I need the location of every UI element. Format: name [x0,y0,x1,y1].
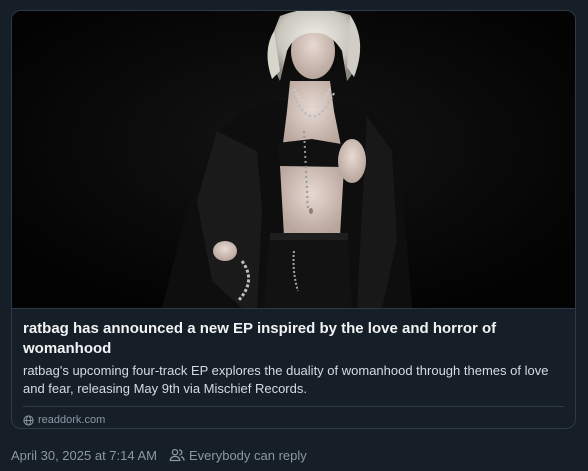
link-card-meta: ratbag has announced a new EP inspired b… [12,309,575,428]
photo-thumbnail [12,11,575,308]
reply-setting[interactable]: Everybody can reply [169,448,307,463]
link-card-domain-row: readdork.com [23,407,564,428]
link-card-description: ratbag's upcoming four-track EP explores… [23,363,549,396]
link-card[interactable]: ratbag has announced a new EP inspired b… [11,10,576,429]
post-timestamp[interactable]: April 30, 2025 at 7:14 AM [11,448,157,463]
globe-icon [23,414,34,426]
reply-setting-label: Everybody can reply [188,447,307,463]
link-card-domain: readdork.com [38,414,106,426]
people-icon [169,448,185,462]
link-card-image [12,11,575,309]
post-footer: April 30, 2025 at 7:14 AM Everybody can … [11,446,307,464]
link-card-title[interactable]: ratbag has announced a new EP inspired b… [23,319,564,359]
